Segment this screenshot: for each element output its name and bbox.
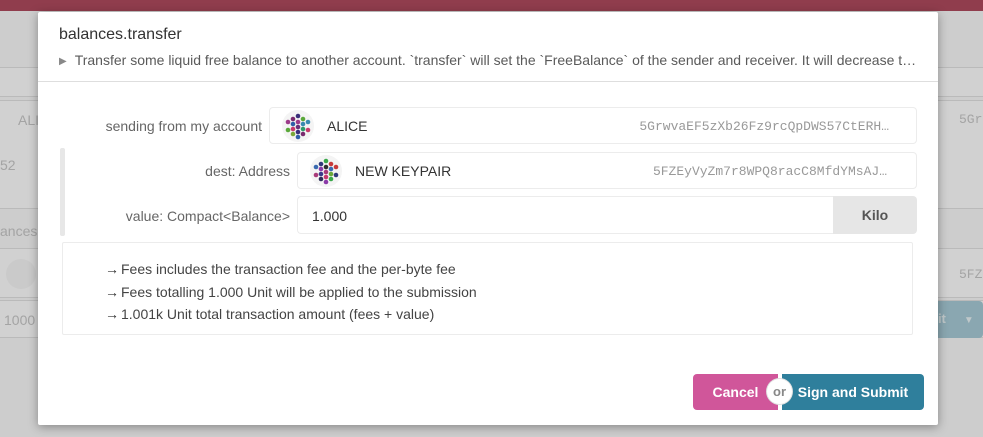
- fee-line: → Fees totalling 1.000 Unit will be appli…: [105, 281, 912, 304]
- arrow-right-icon: →: [105, 306, 119, 322]
- fee-line: → Fees includes the transaction fee and t…: [105, 258, 912, 281]
- fee-line: → 1.001k Unit total transaction amount (f…: [105, 303, 912, 326]
- identicon-new-keypair: [310, 155, 342, 187]
- fee-line-text: Fees totalling 1.000 Unit will be applie…: [121, 283, 477, 300]
- sign-and-submit-button[interactable]: Sign and Submit: [782, 374, 924, 410]
- value-input[interactable]: 1.000: [297, 196, 833, 234]
- value-label: value: Compact<Balance>: [125, 208, 290, 224]
- arrow-right-icon: →: [105, 283, 119, 300]
- sender-account-select[interactable]: ALICE 5GrwvaEF5zXb26Fz9rcQpDWS57CtERH…: [269, 107, 917, 144]
- unit-select[interactable]: Kilo: [833, 196, 917, 234]
- description-text: Transfer some liquid free balance to ano…: [74, 52, 919, 68]
- fee-line-text: Fees includes the transaction fee and th…: [121, 261, 456, 277]
- sender-address: 5GrwvaEF5zXb26Fz9rcQpDWS57CtERH…: [639, 119, 889, 134]
- modal-header: balances.transfer ▶ Transfer some liquid …: [38, 12, 938, 82]
- or-divider: or: [767, 379, 792, 404]
- sender-name: ALICE: [327, 118, 368, 134]
- sender-label: sending from my account: [105, 118, 262, 134]
- fees-panel: → Fees includes the transaction fee and t…: [62, 242, 913, 335]
- fee-line-text: 1.001k Unit total transaction amount (fe…: [121, 306, 435, 322]
- dest-label: dest: Address: [205, 163, 290, 179]
- dest-address: 5FZEyVyZm7r8WPQ8racC8MfdYMsAJ…: [652, 164, 887, 179]
- extrinsic-description[interactable]: ▶ Transfer some liquid free balance to an…: [59, 52, 919, 68]
- arrow-right-icon: →: [105, 261, 119, 277]
- modal-title: balances.transfer: [59, 26, 182, 43]
- identicon-alice: [282, 110, 314, 142]
- dest-account-select[interactable]: NEW KEYPAIR 5FZEyVyZm7r8WPQ8racC8MfdYMsA…: [297, 152, 917, 189]
- dest-name: NEW KEYPAIR: [355, 163, 452, 179]
- caret-right-icon[interactable]: ▶: [59, 56, 67, 67]
- cancel-button[interactable]: Cancel: [693, 374, 778, 410]
- params-indent-bar: [60, 148, 65, 236]
